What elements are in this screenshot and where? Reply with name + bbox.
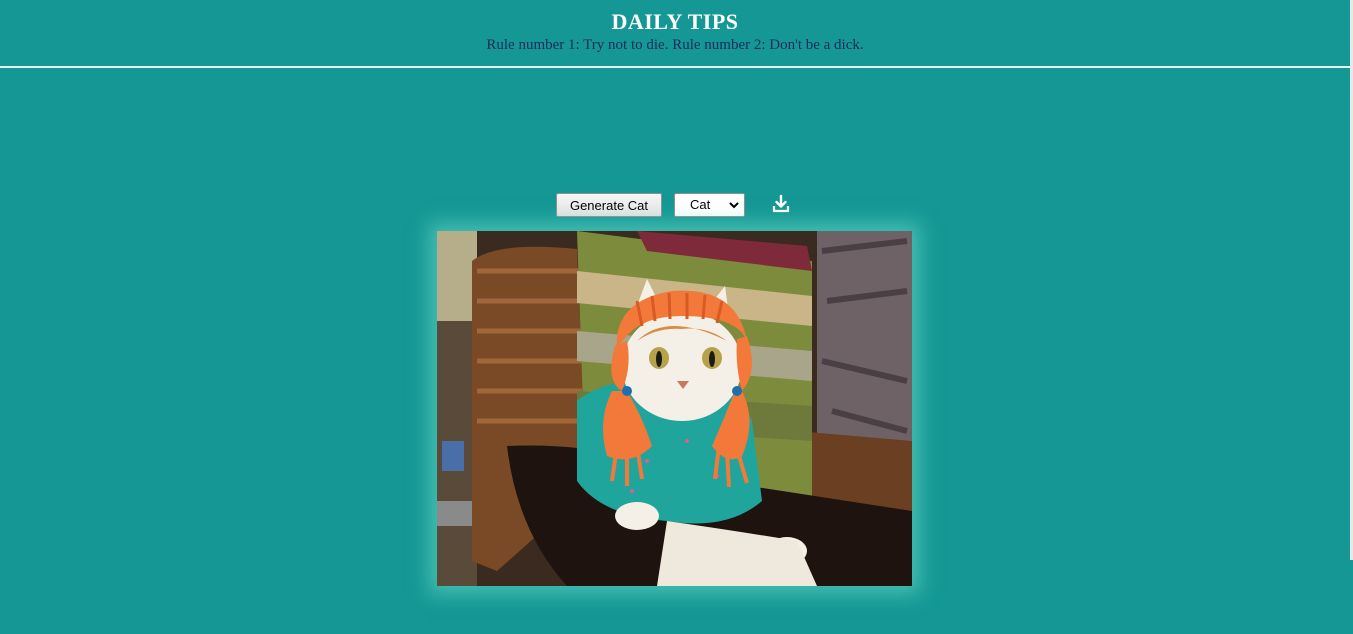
page-subtitle: Rule number 1: Try not to die. Rule numb… — [486, 37, 864, 53]
animal-select-value: Cat — [690, 197, 711, 212]
chevron-down-icon — [729, 202, 739, 209]
cat-photo — [437, 231, 912, 586]
page: DAILY TIPS Rule number 1: Try not to die… — [0, 0, 1353, 634]
download-icon[interactable] — [771, 193, 791, 215]
generate-cat-button[interactable]: Generate Cat — [556, 193, 662, 217]
site-header: DAILY TIPS Rule number 1: Try not to die… — [0, 0, 1350, 68]
animal-select[interactable]: Cat — [674, 193, 745, 217]
page-title: DAILY TIPS — [611, 9, 739, 34]
cat-image — [437, 231, 912, 586]
